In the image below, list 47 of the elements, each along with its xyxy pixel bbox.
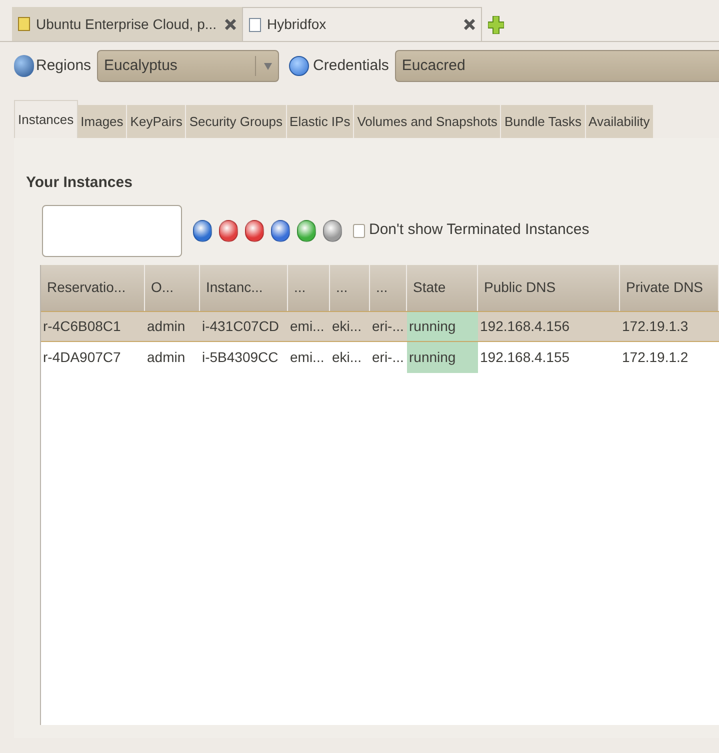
favicon-icon xyxy=(18,17,30,31)
table-row[interactable]: r-4DA907C7 admin i-5B4309CC emi... eki... eri-... running 192.168.4.155 172.19.1.2 xyxy=(41,342,719,372)
table-cell-text: eri-... xyxy=(371,348,405,366)
close-icon[interactable] xyxy=(464,19,475,30)
tab[interactable]: Images xyxy=(78,105,128,138)
credentials-label: Credentials xyxy=(313,56,389,76)
browser-tab[interactable]: Hybridfox xyxy=(242,7,482,41)
tab[interactable]: Security Groups xyxy=(186,105,287,138)
search-field[interactable] xyxy=(42,204,182,256)
table-cell: running xyxy=(407,342,478,372)
table-cell-text: emi... xyxy=(289,316,326,336)
dropdown-arrow-icon xyxy=(264,62,272,70)
region-dropdown[interactable]: Eucalyptus xyxy=(97,50,280,82)
page-icon xyxy=(249,18,261,32)
table-cell-text: admin xyxy=(146,348,186,366)
tab[interactable]: Instances xyxy=(14,100,78,138)
new-tab-icon[interactable] xyxy=(488,16,504,34)
credentials-dropdown[interactable]: Eucacred xyxy=(394,50,719,82)
table-cell-text: 172.19.1.3 xyxy=(621,316,690,336)
tab[interactable]: KeyPairs xyxy=(127,105,186,138)
checkbox-label: Don't show Terminated Instances xyxy=(369,220,590,240)
tab[interactable]: Volumes and Snapshots xyxy=(354,105,502,138)
tab[interactable]: Availability xyxy=(586,105,654,138)
table-cell-text: 172.19.1.2 xyxy=(621,348,690,366)
table-cell-text: admin xyxy=(146,316,186,336)
browser-tab[interactable]: Ubuntu Enterprise Cloud, p... xyxy=(12,7,242,41)
table-cell-text: 192.168.4.155 xyxy=(479,348,571,366)
section-title: Your Instances xyxy=(25,173,134,193)
regions-label: Regions xyxy=(36,56,92,76)
table-row[interactable]: r-4C6B08C1 admin i-431C07CD emi... eki... eri-... running 192.168.4.156 172.19.1.3 xyxy=(41,310,719,342)
tab[interactable]: Bundle Tasks xyxy=(501,105,586,138)
table-cell: running xyxy=(407,312,478,340)
table-cell-text: emi... xyxy=(289,348,326,366)
dropdown-value: Eucalyptus xyxy=(104,56,178,76)
table-cell-text: r-4DA907C7 xyxy=(42,348,122,366)
table-cell-text: eki... xyxy=(331,348,363,366)
table-cell-text: eki... xyxy=(331,316,363,336)
tab-title: Hybridfox xyxy=(267,15,328,34)
table-cell-text: 192.168.4.156 xyxy=(479,316,571,336)
table-cell-text: eri-... xyxy=(371,316,405,336)
table-cell-text: i-431C07CD xyxy=(201,316,280,336)
table-cell-text: r-4C6B08C1 xyxy=(42,316,122,336)
tab[interactable]: Elastic IPs xyxy=(286,105,354,138)
checkbox[interactable] xyxy=(353,224,365,238)
table-cell-text: i-5B4309CC xyxy=(201,348,280,366)
tab-title: Ubuntu Enterprise Cloud, p... xyxy=(36,14,218,34)
close-icon[interactable] xyxy=(225,18,236,30)
